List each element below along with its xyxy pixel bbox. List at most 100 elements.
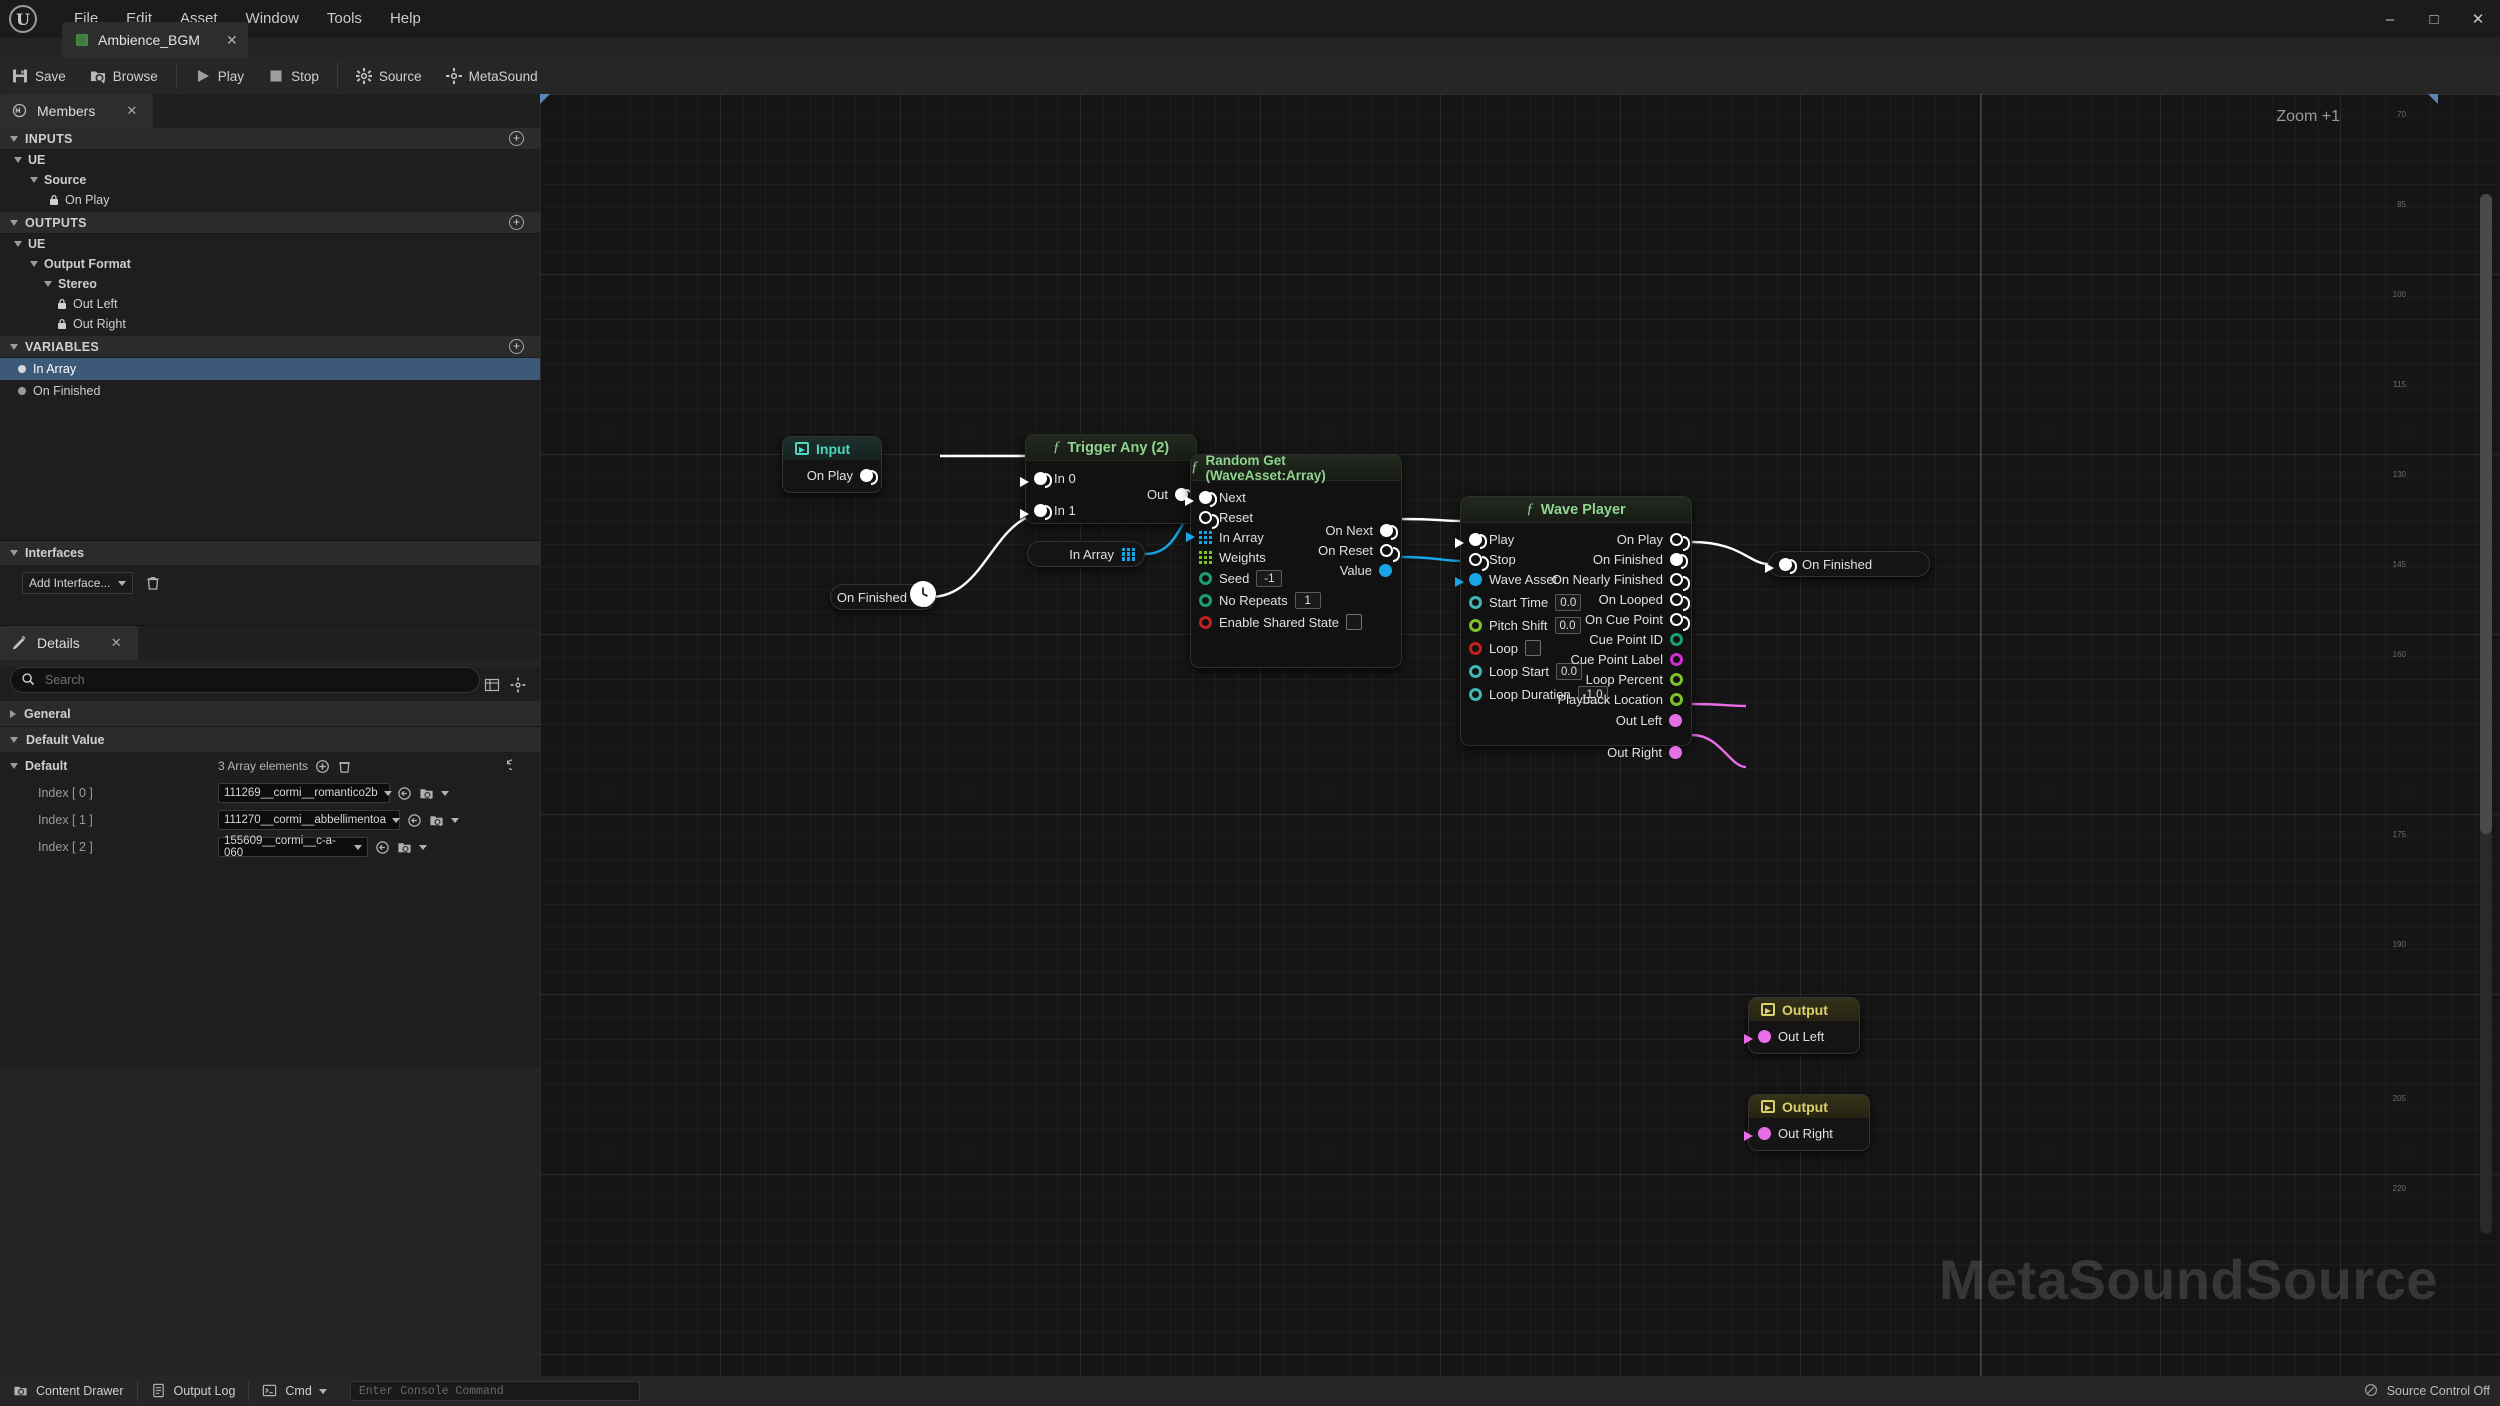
pin-reset[interactable]: Reset: [1199, 510, 1253, 529]
grid-view-icon[interactable]: [484, 677, 500, 693]
tree-item-output-format[interactable]: Output Format: [0, 254, 540, 274]
pin-out-left[interactable]: Out Left: [1744, 1029, 1824, 1044]
search-input[interactable]: [45, 673, 469, 687]
close-members-icon[interactable]: ✕: [126, 103, 137, 119]
pin-no-repeats[interactable]: No Repeats 1: [1199, 592, 1321, 609]
chevron-down-icon[interactable]: [419, 844, 427, 850]
pin-loop[interactable]: Loop: [1469, 640, 1541, 656]
tree-item-variable-on-finished[interactable]: On Finished: [0, 380, 540, 402]
tree-item-inputs-ue[interactable]: UE: [0, 150, 540, 170]
play-button[interactable]: Play: [183, 61, 256, 91]
pin-playback-location[interactable]: Playback Location: [1557, 692, 1683, 707]
console-command-input[interactable]: [358, 1384, 631, 1398]
pin-out-out[interactable]: Out: [1147, 487, 1193, 504]
asset-picker-2[interactable]: 155609__cormi__c-a-060: [218, 835, 368, 859]
pin-enable-shared-state[interactable]: Enable Shared State: [1199, 614, 1362, 630]
pin-start-time[interactable]: Start Time 0.0: [1469, 594, 1582, 611]
browse-button[interactable]: Browse: [78, 61, 170, 91]
browse-to-asset-icon[interactable]: [397, 840, 412, 855]
pin-stop[interactable]: Stop: [1469, 552, 1516, 571]
source-control-status[interactable]: Source Control Off: [2364, 1383, 2490, 1399]
section-header-variables[interactable]: VARIABLES +: [0, 336, 540, 358]
tab-ambience-bgm[interactable]: Ambience_BGM ✕: [62, 22, 248, 58]
add-interface-dropdown[interactable]: Add Interface...: [22, 572, 134, 594]
chevron-down-icon[interactable]: [441, 790, 449, 796]
scrollbar-thumb[interactable]: [2480, 194, 2492, 834]
tree-item-out-left[interactable]: Out Left: [0, 294, 540, 314]
pin-cue-point-id[interactable]: Cue Point ID: [1589, 632, 1683, 647]
metasound-graph-canvas[interactable]: Zoom +1 MetaSoundSource 70 85 100 115 13…: [540, 94, 2500, 1388]
no-repeats-value-field[interactable]: 1: [1294, 592, 1321, 609]
tree-item-variable-in-array[interactable]: In Array: [0, 358, 540, 380]
tree-item-on-play[interactable]: On Play: [0, 190, 540, 210]
pin-on-next[interactable]: On Next: [1325, 523, 1398, 540]
details-search[interactable]: [10, 667, 480, 693]
browse-to-asset-icon[interactable]: [429, 813, 444, 828]
stop-button[interactable]: Stop: [256, 61, 331, 91]
cmd-dropdown-button[interactable]: Cmd: [249, 1376, 339, 1406]
tab-members[interactable]: Members ✕: [0, 94, 154, 128]
output-log-button[interactable]: Output Log: [138, 1376, 249, 1406]
settings-icon[interactable]: [510, 677, 526, 693]
pin-out-right[interactable]: Out Right: [1607, 745, 1682, 760]
use-selected-asset-icon[interactable]: [397, 786, 412, 801]
pin-cue-point-label[interactable]: Cue Point Label: [1570, 652, 1683, 667]
pin-on-looped[interactable]: On Looped: [1599, 592, 1690, 611]
pin-loop-start[interactable]: Loop Start 0.0: [1469, 663, 1582, 680]
node-variable-in-array[interactable]: In Array: [1027, 541, 1145, 567]
close-details-icon[interactable]: ✕: [111, 635, 122, 651]
pin-wave-asset[interactable]: Wave Asset: [1455, 572, 1557, 587]
pin-out-left[interactable]: Out Left: [1616, 713, 1682, 728]
trash-icon[interactable]: [337, 759, 352, 774]
node-input-on-play[interactable]: Input On Play: [782, 436, 882, 493]
chevron-down-icon[interactable]: [451, 817, 459, 823]
pin-weights[interactable]: Weights: [1199, 550, 1266, 565]
tree-item-stereo[interactable]: Stereo: [0, 274, 540, 294]
graph-vertical-scrollbar[interactable]: [2480, 194, 2492, 1234]
node-output-on-finished[interactable]: On Finished: [1765, 551, 1930, 577]
section-header-outputs[interactable]: OUTPUTS +: [0, 212, 540, 234]
pin-on-nearly-finished[interactable]: On Nearly Finished: [1552, 572, 1690, 591]
pin-on-finished-out[interactable]: On Finished: [1593, 552, 1688, 569]
add-input-button[interactable]: +: [509, 131, 524, 146]
pin-value[interactable]: Value: [1340, 563, 1392, 578]
pin-next[interactable]: Next: [1185, 490, 1246, 507]
pin-out-right[interactable]: Out Right: [1744, 1126, 1833, 1141]
asset-picker-0[interactable]: 111269__cormi__romantico2b: [218, 783, 392, 803]
start-time-field[interactable]: 0.0: [1555, 594, 1582, 611]
seed-value-field[interactable]: -1: [1256, 570, 1283, 587]
pin-in-0[interactable]: In 0: [1020, 471, 1076, 488]
add-array-element-button[interactable]: [315, 759, 330, 774]
tree-item-out-right[interactable]: Out Right: [0, 314, 540, 334]
pin-in-1[interactable]: In 1: [1020, 503, 1076, 520]
reroute-clock-icon[interactable]: [910, 581, 936, 607]
pin-out-on-play[interactable]: On Play: [807, 468, 878, 485]
node-wave-player[interactable]: ƒ Wave Player Play Stop Wave Asset Start…: [1455, 496, 1692, 760]
section-header-inputs[interactable]: INPUTS +: [0, 128, 540, 150]
enable-shared-state-checkbox[interactable]: [1345, 614, 1362, 630]
node-random-get[interactable]: ƒ Random Get (WaveAsset:Array) Next Rese…: [1185, 453, 1402, 668]
pin-on-cue-point[interactable]: On Cue Point: [1585, 612, 1690, 631]
use-selected-asset-icon[interactable]: [407, 813, 422, 828]
node-trigger-any[interactable]: ƒ Trigger Any (2) In 0 In 1 Out: [1020, 434, 1197, 524]
tree-item-outputs-ue[interactable]: UE: [0, 234, 540, 254]
node-output-out-left[interactable]: Output Out Left: [1744, 997, 1860, 1054]
metasound-button[interactable]: MetaSound: [434, 61, 550, 91]
pin-on-reset[interactable]: On Reset: [1318, 543, 1400, 562]
pitch-shift-field[interactable]: 0.0: [1554, 617, 1581, 634]
loop-checkbox[interactable]: [1524, 640, 1541, 656]
add-variable-button[interactable]: +: [509, 339, 524, 354]
pin-on-play-out[interactable]: On Play: [1617, 532, 1690, 551]
add-output-button[interactable]: +: [509, 215, 524, 230]
tree-item-inputs-source[interactable]: Source: [0, 170, 540, 190]
reset-arrow-icon[interactable]: [497, 759, 518, 774]
use-selected-asset-icon[interactable]: [375, 840, 390, 855]
source-button[interactable]: Source: [344, 61, 434, 91]
trash-icon[interactable]: [145, 575, 161, 591]
pin-seed[interactable]: Seed -1: [1199, 570, 1283, 587]
details-section-default-value[interactable]: Default Value: [0, 727, 540, 753]
content-drawer-button[interactable]: Content Drawer: [0, 1376, 137, 1406]
console-command-input-wrap[interactable]: [349, 1381, 640, 1401]
details-section-general[interactable]: General: [0, 701, 540, 727]
browse-to-asset-icon[interactable]: [419, 786, 434, 801]
